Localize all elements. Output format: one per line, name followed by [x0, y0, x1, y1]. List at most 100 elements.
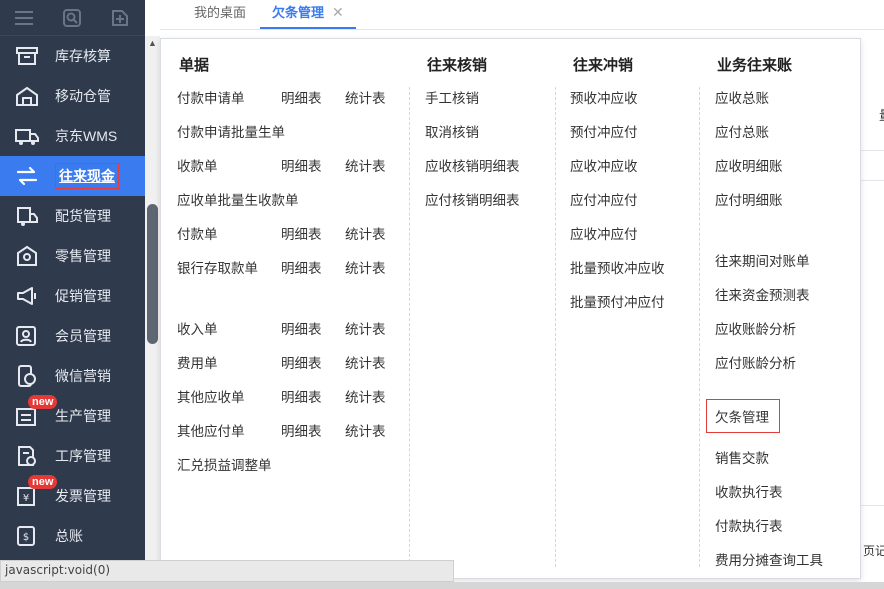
close-icon[interactable]: ✕: [332, 4, 344, 20]
sidebar-item-cash-flow[interactable]: 往来现金: [0, 156, 145, 196]
sidebar-item-label: 京东WMS: [55, 128, 118, 144]
menu-item-ledger-11[interactable]: 付款执行表: [715, 515, 783, 535]
menu-header-ledger: 业务往来账: [717, 57, 793, 74]
menu-header-documents: 单据: [179, 57, 210, 74]
menu-item-ledger-0[interactable]: 应收总账: [715, 87, 769, 107]
menu-item-expense-detail[interactable]: 明细表: [281, 352, 322, 372]
menu-item-payment-request[interactable]: 付款申请单: [177, 87, 245, 107]
menu-item-iou-management[interactable]: 欠条管理: [706, 399, 780, 433]
sidebar-item-label: 零售管理: [55, 248, 111, 264]
menu-item-other-payable-stats[interactable]: 统计表: [345, 420, 386, 440]
menu-item-income-stats[interactable]: 统计表: [345, 318, 386, 338]
sidebar-item-label: 配货管理: [55, 208, 111, 224]
divider: [861, 180, 884, 181]
sidebar-item-retail[interactable]: 零售管理: [0, 236, 145, 276]
mobile-warehouse-icon: [13, 84, 41, 108]
sidebar-scrollbar[interactable]: ▲: [145, 36, 160, 564]
sidebar-toolbar: [0, 0, 145, 36]
menu-item-income[interactable]: 收入单: [177, 318, 218, 338]
sidebar-item-label: 移动仓管: [55, 88, 111, 104]
new-badge: new: [28, 475, 58, 489]
menu-icon[interactable]: [14, 8, 34, 28]
menu-item-receipt[interactable]: 收款单: [177, 155, 218, 175]
svg-text:¥: ¥: [23, 493, 29, 504]
sidebar-item-wechat[interactable]: 微信营销: [0, 356, 145, 396]
sidebar-item-promotion[interactable]: 促销管理: [0, 276, 145, 316]
tab-iou-management[interactable]: 欠条管理 ✕: [260, 2, 356, 29]
menu-item-fx-adjustment[interactable]: 汇兑损益调整单: [177, 454, 272, 474]
menu-item-expense[interactable]: 费用单: [177, 352, 218, 372]
menu-item-payment-request-stats[interactable]: 统计表: [345, 87, 386, 107]
sidebar-item-process[interactable]: 工序管理: [0, 436, 145, 476]
menu-item-batch-payment-request[interactable]: 付款申请批量生单: [177, 121, 285, 141]
menu-item-receipt-detail[interactable]: 明细表: [281, 155, 322, 175]
truck-icon: [13, 124, 41, 148]
tab-bar: 我的桌面 欠条管理 ✕: [160, 0, 884, 30]
menu-item-payment-detail[interactable]: 明细表: [281, 223, 322, 243]
sidebar-item-mobile-warehouse[interactable]: 移动仓管: [0, 76, 145, 116]
menu-item-offset-5[interactable]: 批量预收冲应收: [570, 257, 665, 277]
sidebar-item-distribution[interactable]: 配货管理: [0, 196, 145, 236]
scrollbar-thumb[interactable]: [147, 204, 158, 344]
menu-item-payment-stats[interactable]: 统计表: [345, 223, 386, 243]
sidebar-item-inventory[interactable]: 库存核算: [0, 36, 145, 76]
menu-item-ledger-3[interactable]: 应付明细账: [715, 189, 783, 209]
menu-item-expense-stats[interactable]: 统计表: [345, 352, 386, 372]
menu-item-other-receivable[interactable]: 其他应收单: [177, 386, 245, 406]
scroll-up-icon[interactable]: ▲: [145, 36, 160, 50]
divider: [861, 150, 884, 151]
sidebar-item-production[interactable]: new 生产管理: [0, 395, 145, 436]
menu-item-ledger-12[interactable]: 费用分摊查询工具: [715, 549, 823, 569]
menu-item-income-detail[interactable]: 明细表: [281, 318, 322, 338]
menu-item-other-receivable-detail[interactable]: 明细表: [281, 386, 322, 406]
new-badge: new: [28, 395, 58, 409]
sidebar-item-label: 会员管理: [55, 328, 111, 344]
tab-label: 欠条管理: [272, 5, 325, 20]
menu-item-offset-0[interactable]: 预收冲应收: [570, 87, 638, 107]
add-doc-icon[interactable]: [110, 8, 130, 28]
sidebar-item-member[interactable]: 会员管理: [0, 316, 145, 356]
menu-item-ledger-9[interactable]: 销售交款: [715, 447, 769, 467]
exchange-icon: [13, 164, 41, 188]
menu-item-receipt-stats[interactable]: 统计表: [345, 155, 386, 175]
menu-item-bank-deposit-detail[interactable]: 明细表: [281, 257, 322, 277]
menu-item-other-payable[interactable]: 其他应付单: [177, 420, 245, 440]
menu-header-offset: 往来冲销: [573, 57, 634, 74]
menu-item-payable-verify-detail[interactable]: 应付核销明细表: [425, 189, 520, 209]
sidebar-item-label: 微信营销: [55, 368, 111, 384]
menu-item-ledger-6[interactable]: 应收账龄分析: [715, 318, 796, 338]
menu-item-manual-verify[interactable]: 手工核销: [425, 87, 479, 107]
menu-item-receivable-verify-detail[interactable]: 应收核销明细表: [425, 155, 520, 175]
tab-my-desktop[interactable]: 我的桌面: [182, 2, 258, 29]
menu-item-other-receivable-stats[interactable]: 统计表: [345, 386, 386, 406]
menu-item-bank-deposit-stats[interactable]: 统计表: [345, 257, 386, 277]
menu-item-bank-deposit[interactable]: 银行存取款单: [177, 257, 258, 277]
sidebar-item-label: 库存核算: [55, 48, 111, 64]
menu-item-other-payable-detail[interactable]: 明细表: [281, 420, 322, 440]
menu-item-ledger-1[interactable]: 应付总账: [715, 121, 769, 141]
menu-item-offset-1[interactable]: 预付冲应付: [570, 121, 638, 141]
menu-item-offset-4[interactable]: 应收冲应付: [570, 223, 638, 243]
sidebar-item-general-ledger[interactable]: $ 总账: [0, 516, 145, 556]
menu-item-batch-receipt[interactable]: 应收单批量生收款单: [177, 189, 299, 209]
menu-item-ledger-4[interactable]: 往来期间对账单: [715, 250, 810, 270]
menu-item-ledger-5[interactable]: 往来资金预测表: [715, 284, 810, 304]
background-text: 量: [879, 105, 884, 124]
sidebar-item-jd-wms[interactable]: 京东WMS: [0, 116, 145, 156]
menu-item-cancel-verify[interactable]: 取消核销: [425, 121, 479, 141]
sidebar-menu: 库存核算 移动仓管 京东WMS 往来现金 配货管理 零售管理 促销管理 会员管理…: [0, 36, 145, 556]
search-doc-icon[interactable]: [62, 8, 82, 28]
menu-item-offset-6[interactable]: 批量预付冲应付: [570, 291, 665, 311]
menu-item-ledger-7[interactable]: 应付账龄分析: [715, 352, 796, 372]
menu-item-payment-request-detail[interactable]: 明细表: [281, 87, 322, 107]
sidebar-item-label: 发票管理: [55, 488, 111, 504]
menu-item-offset-3[interactable]: 应付冲应付: [570, 189, 638, 209]
wechat-icon: [13, 364, 41, 388]
menu-item-ledger-10[interactable]: 收款执行表: [715, 481, 783, 501]
menu-item-ledger-2[interactable]: 应收明细账: [715, 155, 783, 175]
menu-header-verification: 往来核销: [427, 57, 488, 74]
column-divider: [699, 87, 700, 567]
sidebar-item-invoice[interactable]: new ¥ 发票管理: [0, 475, 145, 516]
menu-item-offset-2[interactable]: 应收冲应收: [570, 155, 638, 175]
menu-item-payment[interactable]: 付款单: [177, 223, 218, 243]
